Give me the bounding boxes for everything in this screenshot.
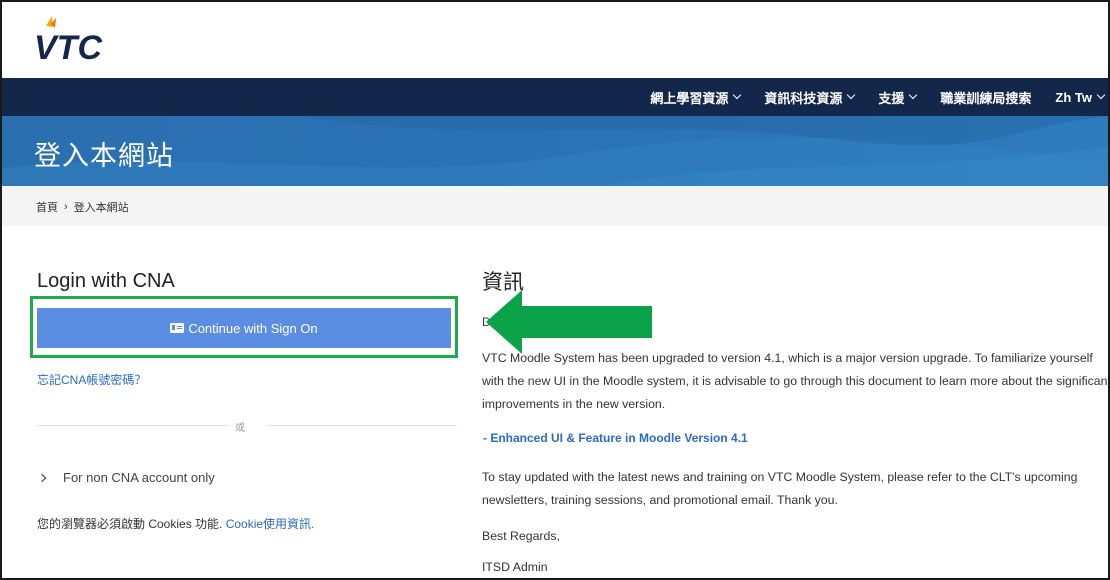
nav-item-label: Zh Tw: [1055, 89, 1092, 105]
nav-item-it-resources[interactable]: 資訊科技資源: [764, 88, 856, 107]
divider-or: 或: [235, 423, 245, 434]
nav-item-label: 支援: [878, 90, 905, 106]
breadcrumb-separator: ›: [64, 201, 68, 213]
info-signature: ITSD Admin: [482, 560, 548, 574]
divider-line-right: [267, 425, 457, 426]
chevron-down-icon: [909, 90, 918, 100]
id-card-icon: [170, 323, 185, 333]
divider-line-left: [37, 425, 229, 426]
login-heading: Login with CNA: [37, 270, 175, 292]
highlight-box: Continue with Sign On: [30, 296, 458, 358]
nav-item-label: 網上學習資源: [650, 90, 729, 106]
chevron-right-icon: [37, 473, 47, 482]
info-paragraph-upgrade: VTC Moodle System has been upgraded to v…: [482, 351, 1110, 411]
info-regards: Best Regards,: [482, 529, 560, 543]
cookies-text: 您的瀏覽器必須啟動 Cookies 功能.: [37, 517, 226, 531]
forgot-password-link[interactable]: 忘記CNA帳號密碼？: [37, 371, 146, 388]
page-title: 登入本網站: [34, 141, 174, 172]
logo-bar: VTC: [2, 2, 1108, 78]
page-frame: VTC 網上學習資源 資訊科技資源 支援 職業訓練局搜索 Zh Tw 登入本網站…: [0, 0, 1110, 580]
green-arrow: [486, 290, 652, 354]
nav-item-language[interactable]: Zh Tw: [1055, 89, 1106, 105]
svg-text:VTC: VTC: [34, 29, 102, 66]
nav-item-support[interactable]: 支援: [878, 88, 918, 107]
enhanced-ui-link[interactable]: - Enhanced UI & Feature in Moodle Versio…: [483, 431, 748, 445]
breadcrumb-bar: 首頁 › 登入本網站: [2, 186, 1108, 226]
chevron-down-icon: [733, 90, 742, 100]
sign-on-button-label: Continue with Sign On: [188, 320, 318, 336]
non-cna-label: For non CNA account only: [63, 470, 215, 485]
info-paragraph-updates: To stay updated with the latest news and…: [482, 470, 1078, 507]
vtc-logo[interactable]: VTC: [32, 14, 132, 66]
chevron-down-icon: [847, 90, 856, 100]
chevron-down-icon: [1096, 90, 1106, 100]
cookies-info-link[interactable]: Cookie使用資訊.: [226, 517, 315, 531]
nav-item-elearning[interactable]: 網上學習資源: [650, 88, 742, 107]
nav-item-label: 職業訓練局搜索: [940, 90, 1032, 106]
breadcrumb-home[interactable]: 首頁: [36, 199, 58, 215]
page-banner: 登入本網站: [2, 116, 1108, 186]
nav-menu: 網上學習資源 資訊科技資源 支援 職業訓練局搜索 Zh Tw: [650, 78, 1108, 116]
top-navbar: 網上學習資源 資訊科技資源 支援 職業訓練局搜索 Zh Tw: [2, 78, 1108, 116]
non-cna-toggle[interactable]: For non CNA account only: [37, 470, 215, 485]
cookies-notice: 您的瀏覽器必須啟動 Cookies 功能. Cookie使用資訊.: [37, 515, 314, 532]
nav-item-vtc-search[interactable]: 職業訓練局搜索: [940, 88, 1031, 107]
continue-sign-on-button[interactable]: Continue with Sign On: [37, 308, 451, 348]
nav-item-label: 資訊科技資源: [764, 90, 843, 106]
breadcrumb-current: 登入本網站: [73, 202, 129, 214]
breadcrumb: 首頁 › 登入本網站: [36, 199, 129, 215]
